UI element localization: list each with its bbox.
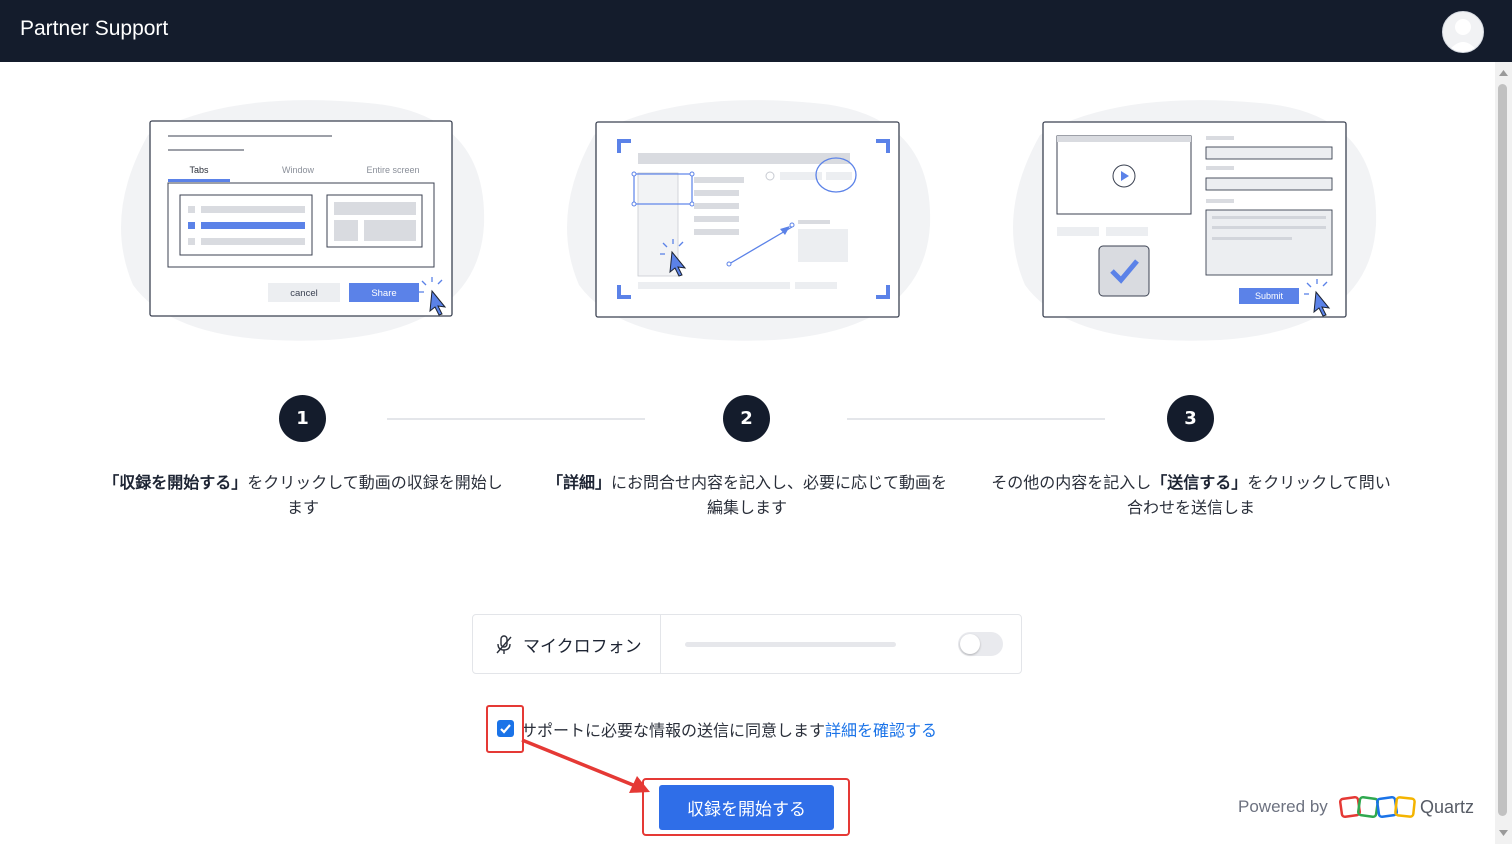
step-1-bold: 「収録を開始する」 — [103, 473, 248, 492]
illus-submit-label: Submit — [1255, 291, 1284, 301]
step-3-bold: 「送信する」 — [1151, 473, 1248, 492]
step-description-3: その他の内容を記入し「送信する」をクリックして問い合わせを送信しま — [986, 470, 1396, 520]
step-3-pre: その他の内容を記入し — [991, 473, 1152, 492]
scroll-up-icon[interactable] — [1498, 68, 1509, 78]
mic-level-meter — [685, 642, 896, 647]
brand-name: Quartz — [1420, 797, 1475, 817]
microphone-off-icon — [496, 635, 512, 654]
microphone-panel: マイクロフォン — [472, 614, 1022, 674]
consent-details-link[interactable]: 詳細を確認する — [825, 721, 937, 740]
illus-cancel-label: cancel — [290, 288, 317, 299]
start-recording-button[interactable]: 収録を開始する — [659, 785, 834, 830]
illus-share-label: Share — [371, 288, 396, 299]
step-connector — [387, 418, 645, 420]
user-icon — [1448, 19, 1478, 52]
step-description-2: 「詳細」にお問合せ内容を記入し、必要に応じて動画を編集します — [542, 470, 952, 520]
user-avatar[interactable] — [1442, 11, 1484, 53]
tab-tabs-label: Tabs — [189, 165, 209, 175]
app-header: Partner Support — [0, 0, 1512, 62]
scroll-down-icon[interactable] — [1498, 828, 1509, 838]
step-number-2: 2 — [723, 395, 770, 442]
step-description-1: 「収録を開始する」をクリックして動画の収録を開始します — [98, 470, 508, 520]
step-number-3: 3 — [1167, 395, 1214, 442]
app-title: Partner Support — [20, 17, 169, 40]
scrollbar-thumb[interactable] — [1498, 84, 1507, 816]
illustration-share-screen: Tabs Window Entire screen cancel Share — [108, 95, 498, 350]
step-number-1: 1 — [279, 395, 326, 442]
microphone-toggle[interactable] — [958, 632, 1003, 656]
illustration-submit: Submit — [1000, 95, 1390, 350]
step-connector — [847, 418, 1105, 420]
mic-divider — [660, 615, 661, 673]
step-2-bold: 「詳細」 — [546, 473, 611, 492]
tab-entire-screen-label: Entire screen — [366, 165, 419, 175]
illustration-edit-details — [554, 95, 944, 350]
microphone-label: マイクロフォン — [523, 637, 642, 657]
powered-by-label: Powered by — [1238, 797, 1328, 816]
brand-logo-icon — [1338, 795, 1416, 819]
page-scrollbar[interactable] — [1495, 62, 1512, 844]
tab-window-label: Window — [282, 165, 315, 175]
step-1-text: をクリックして動画の収録を開始します — [247, 473, 503, 517]
step-2-text: にお問合せ内容を記入し、必要に応じて動画を編集します — [611, 473, 948, 517]
toggle-knob — [960, 634, 980, 654]
